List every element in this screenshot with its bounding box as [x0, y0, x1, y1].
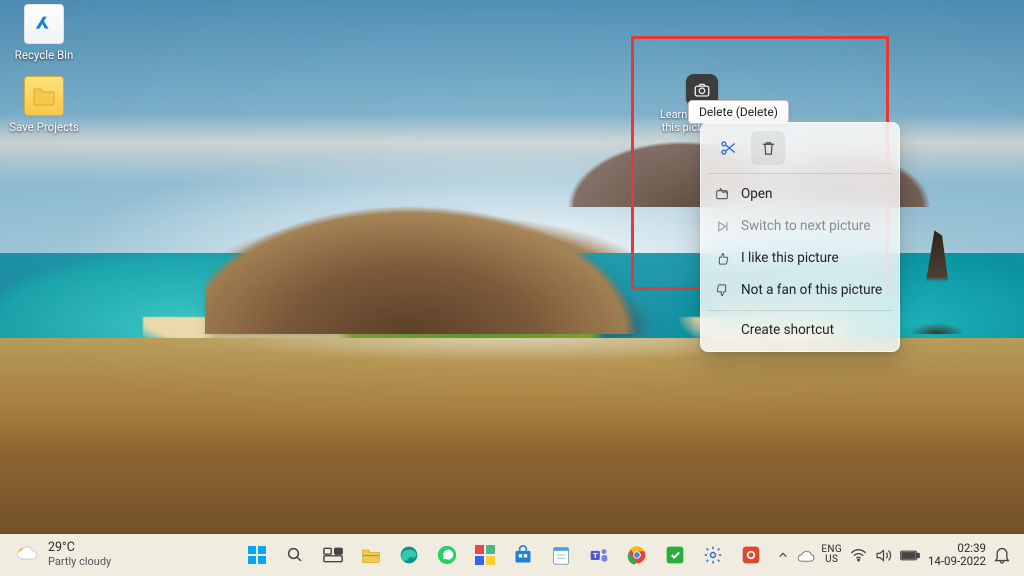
- delete-icon: [760, 140, 777, 157]
- clock-date: 14-09-2022: [928, 555, 986, 568]
- menu-separator: [707, 310, 893, 311]
- volume-icon[interactable]: [875, 548, 892, 563]
- wifi-icon[interactable]: [850, 548, 867, 562]
- menu-item-like[interactable]: I like this picture: [707, 242, 893, 274]
- dislike-icon: [713, 281, 731, 299]
- svg-text:T: T: [593, 551, 598, 560]
- file-explorer-button[interactable]: [354, 538, 388, 572]
- menu-item-label: Open: [741, 186, 772, 202]
- menu-item-label: I like this picture: [741, 250, 839, 266]
- menu-item-label: Not a fan of this picture: [741, 282, 882, 298]
- delete-button[interactable]: [751, 131, 785, 165]
- start-button[interactable]: [240, 538, 274, 572]
- gear-icon: [703, 545, 723, 565]
- folder-icon: [361, 546, 381, 564]
- cut-button[interactable]: [711, 131, 745, 165]
- like-icon: [713, 249, 731, 267]
- menu-item-switch-next[interactable]: Switch to next picture: [707, 210, 893, 242]
- clock[interactable]: 02:39 14-09-2022: [928, 542, 986, 568]
- menu-item-create-shortcut[interactable]: Create shortcut: [707, 315, 893, 345]
- windows-logo-icon: [247, 545, 267, 565]
- taskbar-tray: ENG US 02:39 14-09-2022: [778, 542, 1024, 568]
- green-app-button[interactable]: [658, 538, 692, 572]
- desktop-icon-recycle-bin[interactable]: Recycle Bin: [6, 4, 82, 62]
- onedrive-icon[interactable]: [796, 548, 813, 563]
- red-circle-icon: [741, 545, 761, 565]
- search-button[interactable]: [278, 538, 312, 572]
- menu-item-dislike[interactable]: Not a fan of this picture: [707, 274, 893, 306]
- taskbar: 29°C Partly cloudy: [0, 534, 1024, 576]
- weather-text: 29°C Partly cloudy: [48, 541, 111, 568]
- chevron-up-icon[interactable]: [778, 550, 788, 560]
- teams-button[interactable]: T: [582, 538, 616, 572]
- task-view-icon: [323, 547, 343, 563]
- menu-item-open[interactable]: Open: [707, 178, 893, 210]
- settings-button[interactable]: [696, 538, 730, 572]
- green-square-icon: [665, 545, 685, 565]
- battery-icon[interactable]: [900, 549, 920, 562]
- desktop-icon-save-projects[interactable]: Save Projects: [6, 76, 82, 134]
- red-app-button[interactable]: [734, 538, 768, 572]
- menu-separator: [707, 173, 893, 174]
- store-icon: [513, 545, 533, 565]
- weather-icon: [14, 542, 40, 568]
- language-indicator[interactable]: ENG US: [821, 545, 842, 566]
- taskbar-center: T: [230, 538, 778, 572]
- rainbow-app-button[interactable]: [468, 538, 502, 572]
- open-icon: [713, 185, 731, 203]
- chrome-icon: [627, 545, 647, 565]
- search-icon: [286, 546, 304, 564]
- notepad-icon: [552, 545, 570, 565]
- notification-bell-icon[interactable]: [994, 546, 1010, 564]
- store-button[interactable]: [506, 538, 540, 572]
- teams-icon: T: [589, 545, 609, 565]
- edge-button[interactable]: [392, 538, 426, 572]
- tooltip-text: Delete (Delete): [699, 105, 778, 119]
- whatsapp-icon: [437, 545, 457, 565]
- delete-tooltip: Delete (Delete): [688, 100, 789, 124]
- menu-item-label: Create shortcut: [741, 322, 834, 338]
- whatsapp-button[interactable]: [430, 538, 464, 572]
- edge-icon: [399, 545, 419, 565]
- weather-temp: 29°C: [48, 541, 111, 555]
- menu-item-label: Switch to next picture: [741, 218, 871, 234]
- chrome-button[interactable]: [620, 538, 654, 572]
- lang-bot: US: [825, 555, 838, 566]
- grid-icon: [475, 545, 495, 565]
- desktop-context-menu[interactable]: Open Switch to next picture I like this …: [700, 122, 900, 352]
- taskbar-weather[interactable]: 29°C Partly cloudy: [0, 541, 230, 568]
- recycle-bin-icon: [24, 4, 64, 44]
- folder-icon: [24, 76, 64, 116]
- cut-icon: [719, 139, 737, 157]
- context-menu-iconbar: [707, 129, 893, 169]
- weather-desc: Partly cloudy: [48, 556, 111, 569]
- desktop-icon-label: Recycle Bin: [15, 48, 74, 62]
- notepad-button[interactable]: [544, 538, 578, 572]
- task-view-button[interactable]: [316, 538, 350, 572]
- next-icon: [713, 217, 731, 235]
- desktop-icon-label: Save Projects: [9, 120, 79, 134]
